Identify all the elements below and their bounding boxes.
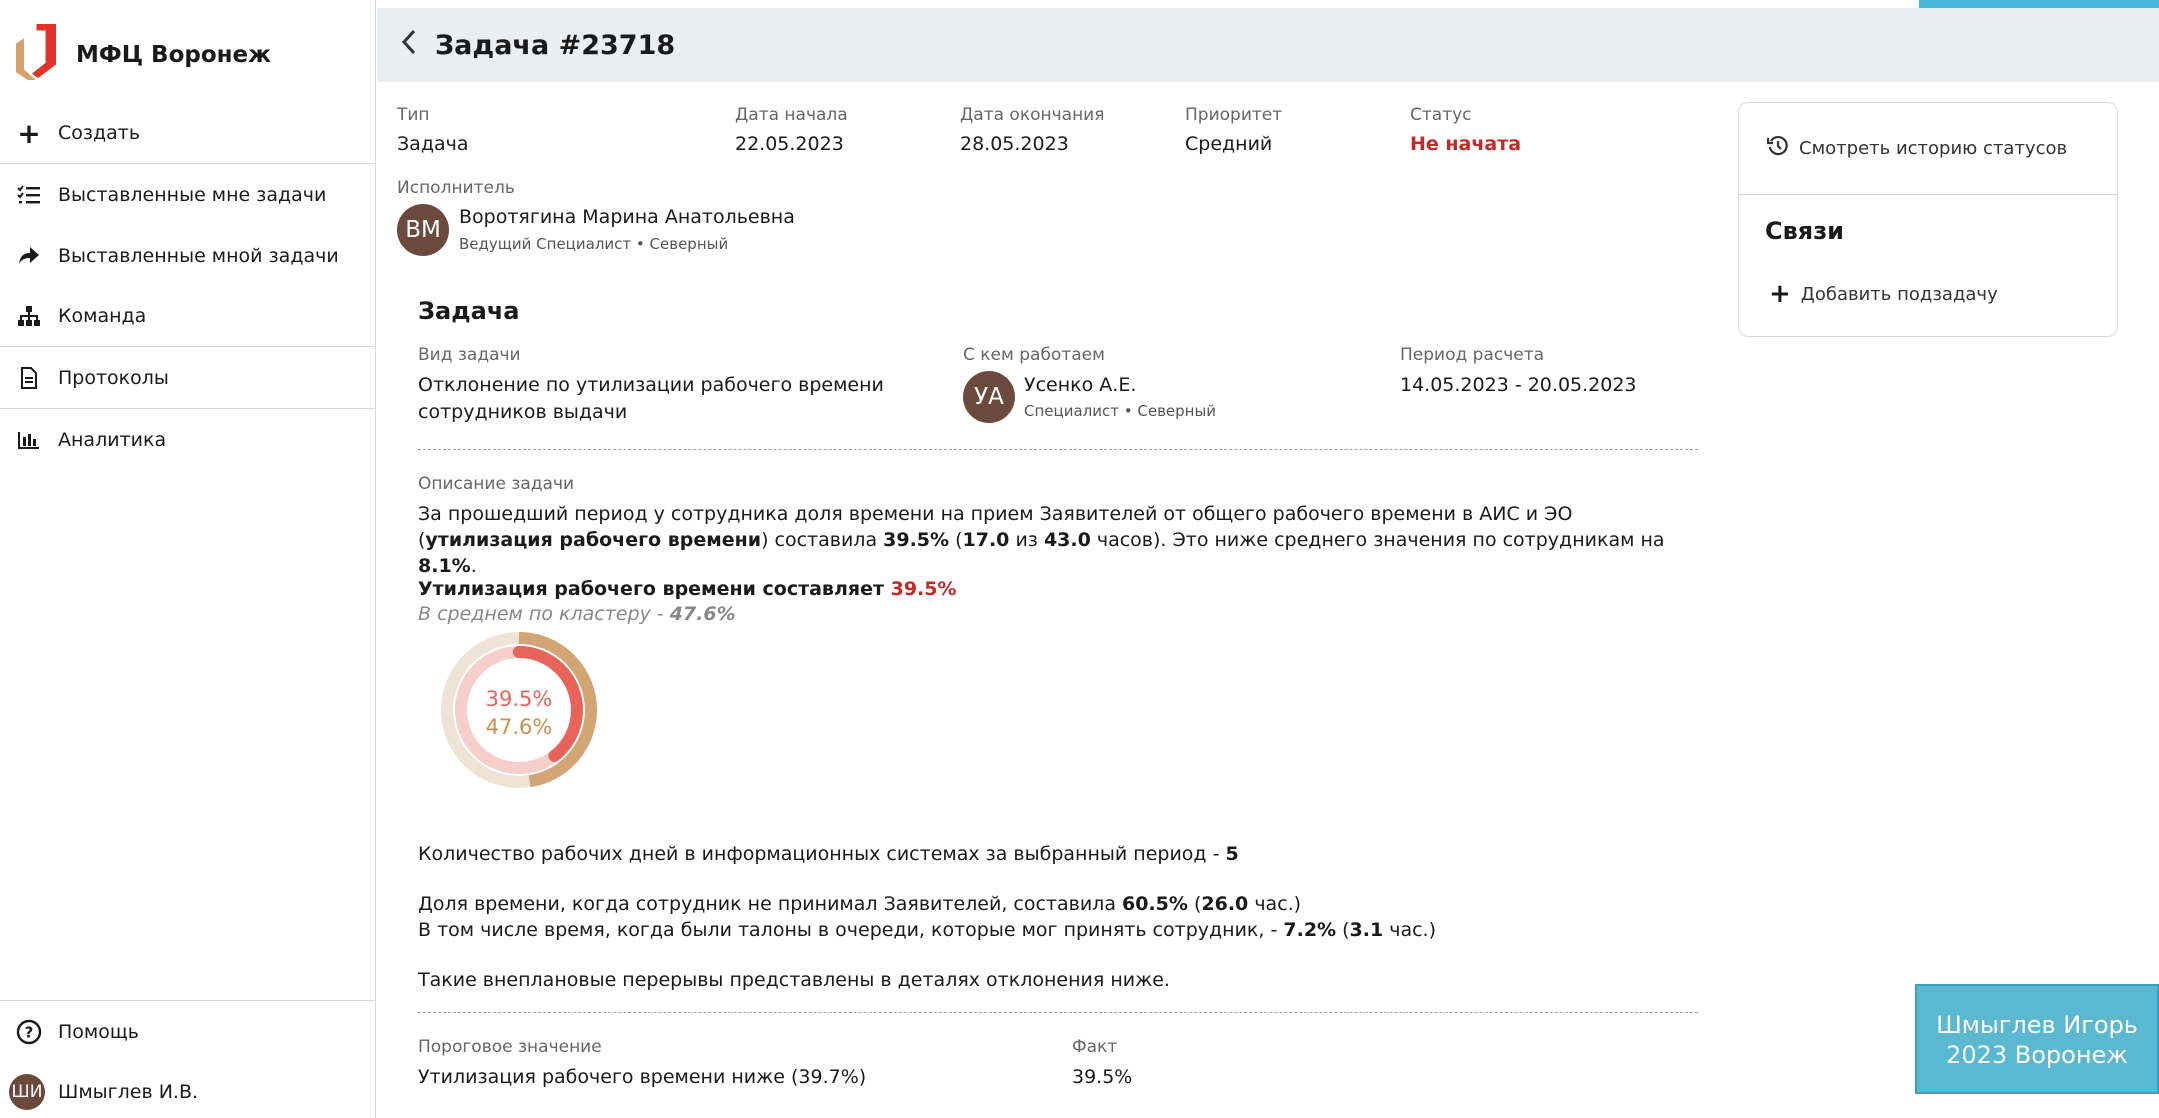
links-panel: Смотреть историю статусов Связи + Добави…	[1738, 102, 2118, 337]
plus-icon: +	[17, 116, 41, 150]
threshold-value: Утилизация рабочего времени ниже (39.7%)	[418, 1066, 867, 1088]
sidebar-item-analytics[interactable]: Аналитика	[0, 412, 376, 468]
checklist-icon	[16, 182, 42, 208]
mfc-logo-icon	[8, 24, 56, 86]
share-arrow-icon	[16, 243, 42, 269]
divider	[0, 163, 376, 164]
sidebar: МФЦ Воронеж + Создать Выставленные мне з…	[0, 0, 376, 1118]
status-badge: Не начата	[1410, 133, 1522, 155]
cluster-value-label: 47.6%	[486, 715, 553, 739]
executor-label: Исполнитель	[397, 178, 515, 198]
sidebar-item-help[interactable]: ? Помощь	[0, 1004, 376, 1060]
sidebar-item-label: Выставленные мной задачи	[58, 245, 339, 267]
brand-title: МФЦ Воронеж	[76, 42, 272, 68]
decorative-top-bar	[1919, 0, 2159, 8]
sidebar-item-assigned-to-me[interactable]: Выставленные мне задачи	[0, 167, 376, 223]
sidebar-item-label: Помощь	[58, 1021, 139, 1043]
document-icon	[16, 365, 42, 391]
sidebar-item-team[interactable]: Команда	[0, 288, 376, 344]
add-subtask-label: Добавить подзадачу	[1800, 283, 1998, 305]
page-title: Задача #23718	[435, 29, 676, 61]
with-whom-label: С кем работаем	[963, 345, 1105, 365]
page-header: Задача #23718	[377, 8, 2159, 82]
user-name: Шмыглев И.В.	[58, 1081, 199, 1103]
type-label: Тип	[397, 105, 430, 125]
priority-value: Средний	[1185, 133, 1273, 155]
sidebar-item-assigned-by-me[interactable]: Выставленные мной задачи	[0, 228, 376, 284]
sidebar-item-create[interactable]: + Создать	[0, 105, 376, 161]
status-history-label: Смотреть историю статусов	[1799, 137, 2068, 159]
sidebar-item-label: Аналитика	[58, 429, 167, 451]
links-title: Связи	[1765, 217, 1844, 245]
period-value: 14.05.2023 - 20.05.2023	[1400, 374, 1637, 396]
svg-text:?: ?	[25, 1024, 34, 1042]
watermark-line1: Шмыглев Игорь	[1936, 1011, 2138, 1039]
help-icon: ?	[16, 1019, 42, 1045]
fact-value: 39.5%	[1072, 1066, 1133, 1088]
period-label: Период расчета	[1400, 345, 1545, 365]
history-icon	[1766, 135, 1789, 161]
divider	[418, 449, 1698, 450]
divider	[418, 1012, 1698, 1013]
sidebar-user-profile[interactable]: ШИ Шмыглев И.В.	[0, 1064, 376, 1118]
with-person-name[interactable]: Усенко А.Е.	[1024, 374, 1136, 396]
sidebar-item-protocols[interactable]: Протоколы	[0, 350, 376, 406]
executor-name[interactable]: Воротягина Марина Анатольевна	[459, 206, 795, 228]
status-history-link[interactable]: Смотреть историю статусов	[1766, 135, 2068, 161]
sidebar-item-label: Команда	[58, 305, 147, 327]
type-value: Задача	[397, 133, 469, 155]
utilization-title: Утилизация рабочего времени составляет 3…	[418, 578, 957, 600]
task-kind-label: Вид задачи	[418, 345, 521, 365]
divider	[0, 1000, 376, 1001]
executor-role: Ведущий Специалист • Северный	[459, 235, 729, 253]
start-date-label: Дата начала	[735, 105, 848, 125]
utilization-donut-chart: 39.5% 47.6%	[441, 632, 597, 788]
idle-time-text: Доля времени, когда сотрудник не принима…	[418, 893, 1437, 941]
employee-value-label: 39.5%	[486, 687, 553, 711]
add-subtask-button[interactable]: + Добавить подзадачу	[1769, 279, 1998, 309]
sidebar-item-label: Протоколы	[58, 367, 169, 389]
start-date-value: 22.05.2023	[735, 133, 844, 155]
with-person-role: Специалист • Северный	[1024, 402, 1217, 420]
task-kind-value-line2: сотрудников выдачи	[418, 401, 628, 423]
watermark-line2: 2023 Воронеж	[1946, 1041, 2128, 1069]
avatar: ШИ	[9, 1074, 45, 1110]
fact-label: Факт	[1072, 1037, 1118, 1057]
divider	[0, 346, 376, 347]
end-date-value: 28.05.2023	[960, 133, 1069, 155]
brand[interactable]: МФЦ Воронеж	[8, 20, 368, 90]
utilization-average: В среднем по кластеру - 47.6%	[418, 603, 736, 625]
status-label: Статус	[1410, 105, 1472, 125]
org-chart-icon	[16, 303, 42, 329]
task-kind-value-line1: Отклонение по утилизации рабочего времен…	[418, 374, 884, 396]
work-days-text: Количество рабочих дней в информационных…	[418, 843, 1239, 865]
divider	[0, 408, 376, 409]
avatar: УА	[963, 371, 1015, 423]
plus-icon: +	[1769, 279, 1791, 309]
description-label: Описание задачи	[418, 474, 575, 494]
divider	[1739, 194, 2117, 195]
sidebar-item-label: Создать	[58, 122, 141, 144]
priority-label: Приоритет	[1185, 105, 1283, 125]
breaks-text: Такие внеплановые перерывы представлены …	[418, 969, 1170, 991]
back-chevron-icon[interactable]	[401, 28, 417, 63]
author-watermark: Шмыглев Игорь 2023 Воронеж	[1915, 984, 2159, 1094]
threshold-label: Пороговое значение	[418, 1037, 602, 1057]
end-date-label: Дата окончания	[960, 105, 1105, 125]
bar-chart-icon	[16, 427, 42, 453]
avatar: ВМ	[397, 204, 449, 256]
sidebar-item-label: Выставленные мне задачи	[58, 184, 327, 206]
section-title: Задача	[418, 297, 520, 325]
description-text: За прошедший период у сотрудника доля вр…	[418, 503, 1665, 577]
